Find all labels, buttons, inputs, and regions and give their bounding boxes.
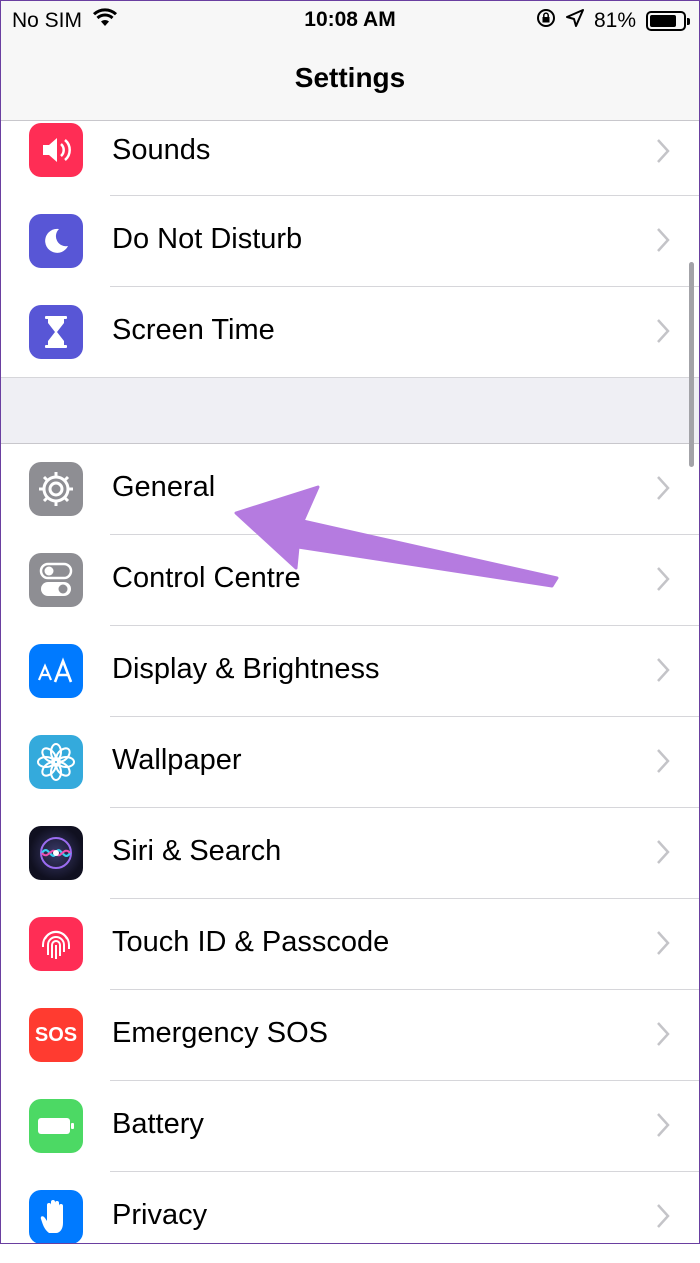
arrow-icon <box>234 485 559 588</box>
annotation-arrow <box>234 485 559 588</box>
